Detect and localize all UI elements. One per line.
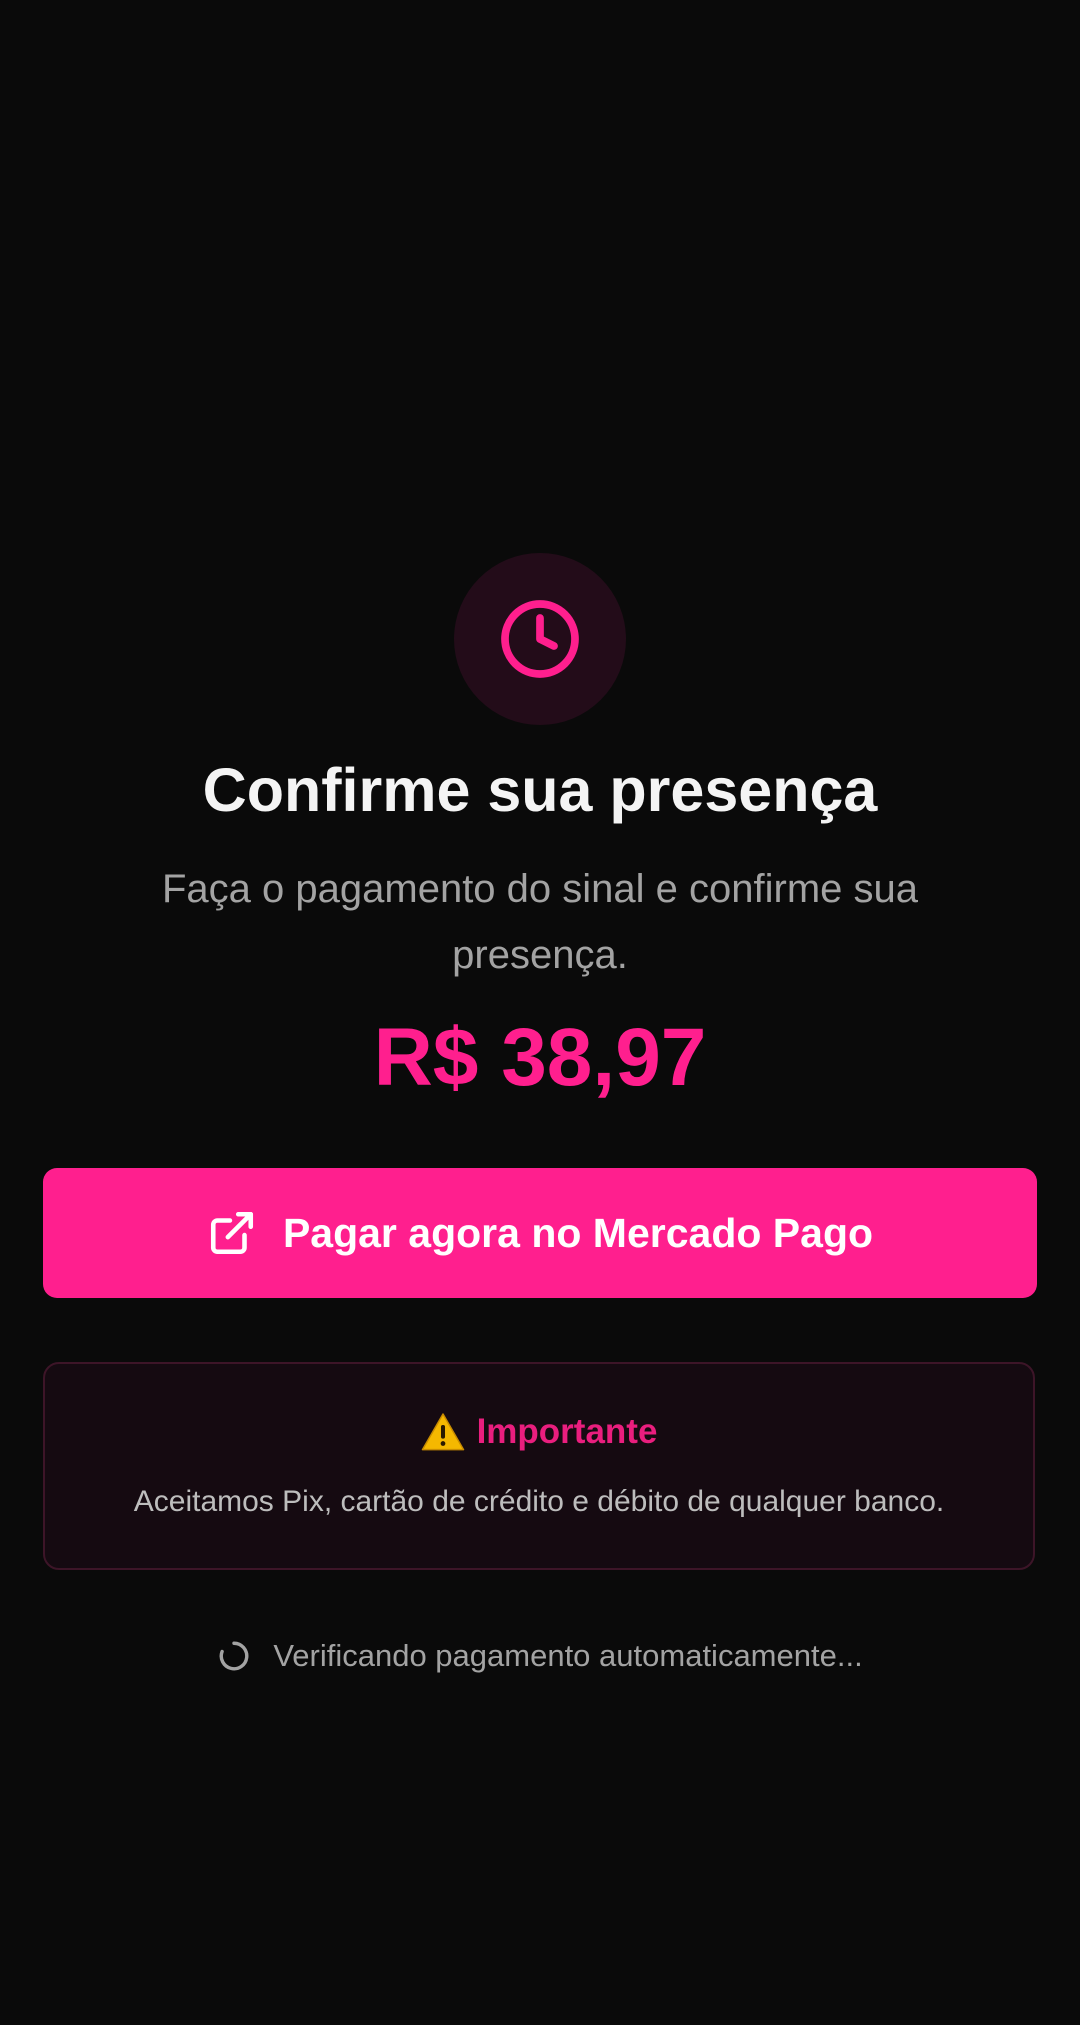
payment-confirmation-screen: Confirme sua presença Faça o pagamento d… bbox=[0, 0, 1080, 2025]
clock-badge bbox=[454, 553, 626, 725]
clock-icon bbox=[501, 600, 579, 678]
pay-now-button[interactable]: Pagar agora no Mercado Pago bbox=[43, 1168, 1037, 1298]
pay-now-button-label: Pagar agora no Mercado Pago bbox=[282, 1209, 874, 1256]
payment-status: Verificando pagamento automaticamente... bbox=[0, 1636, 1080, 1676]
notice-title: Importante bbox=[476, 1412, 658, 1451]
spinner-icon bbox=[219, 1641, 249, 1671]
page-title: Confirme sua presença bbox=[202, 756, 878, 824]
page-subtitle: Faça o pagamento do sinal e confirme sua… bbox=[162, 867, 918, 977]
important-notice: Importante Aceitamos Pix, cartão de créd… bbox=[43, 1362, 1035, 1570]
payment-status-text: Verificando pagamento automaticamente... bbox=[273, 1638, 863, 1673]
notice-text: Aceitamos Pix, cartão de crédito e débit… bbox=[133, 1485, 945, 1518]
external-link-icon bbox=[210, 1211, 253, 1255]
payment-amount: R$ 38,97 bbox=[373, 1012, 707, 1103]
warning-icon bbox=[421, 1413, 464, 1451]
notice-header: Importante bbox=[45, 1410, 1033, 1454]
